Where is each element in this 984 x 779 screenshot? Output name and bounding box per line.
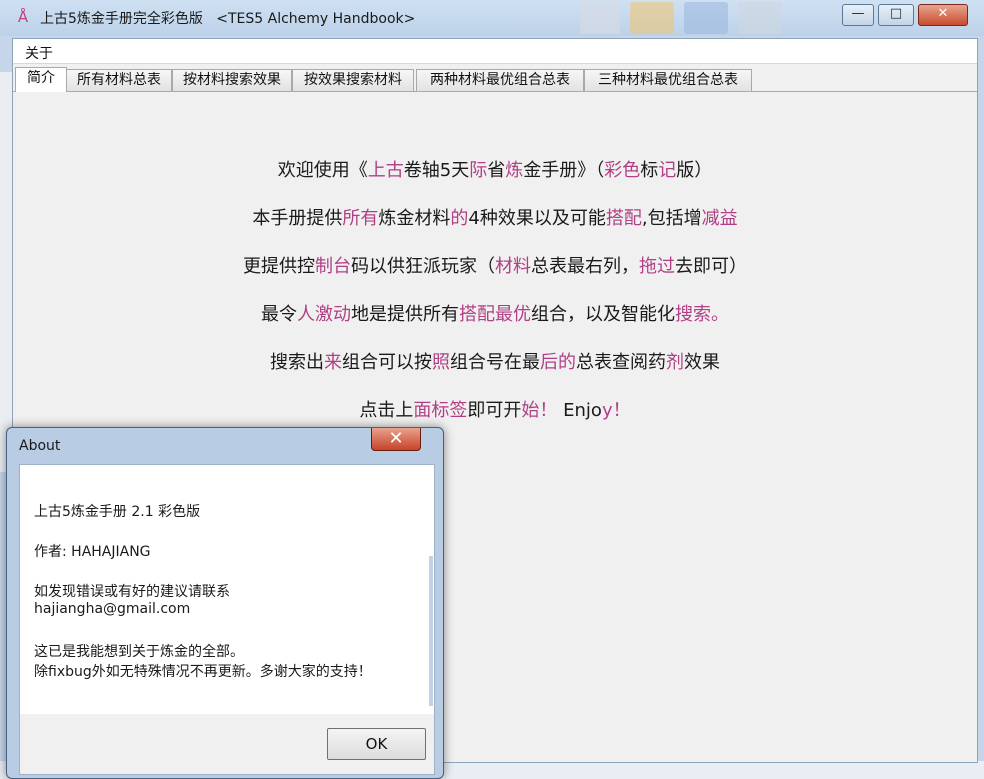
background-window (580, 2, 620, 34)
close-icon: ✕ (937, 6, 949, 21)
about-dialog: About ✕ 上古5炼金手册 2.1 彩色版 作者: HAHAJIANG 如发… (6, 427, 444, 779)
dialog-close-button[interactable]: ✕ (371, 428, 421, 451)
intro-line-6: 点击上面标签即可开始！ Enjoy！ (359, 400, 631, 421)
tab-search-by-effect[interactable]: 按效果搜索材料 (292, 69, 414, 91)
title-bar[interactable]: Å 上古5炼金手册完全彩色版 <TES5 Alchemy Handbook> —… (0, 0, 984, 36)
background-window (738, 2, 782, 34)
intro-line-2: 本手册提供所有炼金材料的4种效果以及可能搭配,包括增减益 (252, 208, 738, 229)
tab-three-material-combos[interactable]: 三种材料最优组合总表 (584, 69, 752, 91)
dialog-body: 上古5炼金手册 2.1 彩色版 作者: HAHAJIANG 如发现错误或有好的建… (19, 464, 435, 721)
dialog-footer: OK (19, 714, 435, 775)
minimize-icon: — (851, 6, 865, 21)
tab-search-by-material[interactable]: 按材料搜索效果 (172, 69, 292, 91)
intro-line-5: 搜索出来组合可以按照组合号在最后的总表查阅药剂效果 (270, 352, 720, 373)
intro-line-1: 欢迎使用《上古卷轴5天际省炼金手册》（彩色标记版） (277, 160, 713, 181)
intro-line-4: 最令人激动地是提供所有搭配最优组合，以及智能化搜索。 (261, 304, 729, 325)
tab-intro[interactable]: 简介 (15, 67, 67, 92)
note-line-2: 除fixbug外如无特殊情况不再更新。多谢大家的支持！ (34, 664, 372, 680)
maximize-icon: □ (889, 6, 903, 21)
email-text: hajiangha@gmail.com (34, 601, 191, 617)
version-text: 上古5炼金手册 2.1 彩色版 (34, 504, 201, 520)
tab-two-material-combos[interactable]: 两种材料最优组合总表 (416, 69, 584, 91)
tab-strip: 简介 所有材料总表 按材料搜索效果 按效果搜索材料 两种材料最优组合总表 三种材… (13, 67, 977, 92)
close-icon: ✕ (388, 428, 404, 449)
menu-item-about[interactable]: 关于 (25, 43, 53, 63)
note-line-1: 这已是我能想到关于炼金的全部。 (34, 644, 244, 660)
window-title: 上古5炼金手册完全彩色版 <TES5 Alchemy Handbook> (40, 11, 416, 27)
maximize-button[interactable]: □ (878, 4, 914, 26)
background-window (684, 2, 728, 34)
menu-bar: 关于 (13, 39, 977, 64)
background-window (630, 2, 674, 34)
contact-text: 如发现错误或有好的建议请联系 (34, 584, 230, 600)
dialog-title: About (19, 438, 61, 454)
app-icon: Å (17, 8, 29, 26)
background-app-edge (0, 72, 12, 472)
scrollbar[interactable] (429, 556, 433, 706)
ok-button[interactable]: OK (327, 728, 426, 760)
intro-line-3: 更提供控制台码以供狂派玩家（材料总表最右列，拖过去即可） (243, 256, 747, 277)
tab-all-materials[interactable]: 所有材料总表 (66, 69, 172, 91)
minimize-button[interactable]: — (842, 4, 874, 26)
author-text: 作者: HAHAJIANG (34, 544, 151, 560)
close-button[interactable]: ✕ (918, 4, 968, 26)
